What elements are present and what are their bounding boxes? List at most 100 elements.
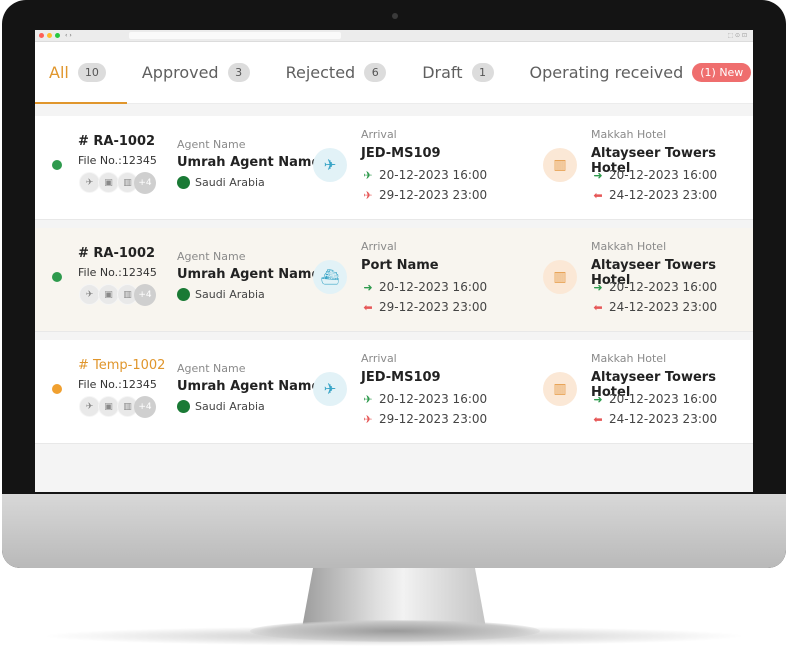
departure-datetime: ✈ 29-12-2023 23:00	[361, 188, 487, 202]
monitor-chin	[2, 494, 786, 568]
hotel-building-icon: ▥	[543, 372, 577, 406]
file-number: File No.:12345	[78, 154, 157, 167]
checkin-arrow-icon: ➜	[363, 280, 373, 294]
reservation-ref[interactable]: # Temp-1002	[78, 358, 165, 373]
tab-label: Draft	[422, 63, 463, 82]
app-screen: ‹ › ⬚ ⊙ ⊡ All 10 Approved 3 Rejected 6 D…	[35, 30, 753, 492]
url-bar[interactable]	[129, 32, 341, 39]
imac-mockup: ‹ › ⬚ ⊙ ⊡ All 10 Approved 3 Rejected 6 D…	[0, 0, 788, 655]
hotel-label: Makkah Hotel	[591, 240, 667, 253]
reservation-ref[interactable]: # RA-1002	[78, 246, 155, 261]
bus-doc-icon[interactable]: ▣	[98, 396, 119, 417]
checkout-arrow-icon: ⬅	[363, 300, 373, 314]
agent-label: Agent Name	[177, 138, 246, 151]
hotel-in-value: 20-12-2023 16:00	[609, 280, 718, 294]
status-dot	[52, 272, 62, 282]
hotel-checkin: ➜ 20-12-2023 16:00	[591, 280, 717, 294]
minimize-window-dot[interactable]	[47, 33, 52, 38]
agent-name: Umrah Agent Name	[177, 155, 321, 170]
document-icons: ✈ ▣ ▥ +4	[79, 284, 156, 306]
arrival-label: Arrival	[361, 128, 397, 141]
hotel-building-icon: ▥	[543, 148, 577, 182]
tab-draft[interactable]: Draft 1	[422, 63, 494, 82]
tab-count-badge: 6	[364, 63, 387, 82]
checkout-arrow-icon: ⬅	[593, 188, 603, 202]
hotel-in-value: 20-12-2023 16:00	[609, 168, 718, 182]
tab-rejected[interactable]: Rejected 6	[286, 63, 387, 82]
departure-datetime: ⬅ 29-12-2023 23:00	[361, 300, 487, 314]
checkin-arrow-icon: ➜	[593, 392, 603, 406]
more-docs-badge[interactable]: +4	[134, 284, 156, 306]
document-icons: ✈ ▣ ▥ +4	[79, 172, 156, 194]
status-dot	[52, 384, 62, 394]
agent-country: Saudi Arabia	[177, 288, 265, 301]
bus-doc-icon[interactable]: ▣	[98, 172, 119, 193]
file-number: File No.:12345	[78, 378, 157, 391]
hotel-out-value: 24-12-2023 23:00	[609, 412, 718, 426]
tab-all[interactable]: All 10	[49, 63, 106, 82]
arrival-in-value: 20-12-2023 16:00	[379, 280, 488, 294]
tab-label: Rejected	[285, 63, 356, 82]
browser-actions-icon[interactable]: ⬚ ⊙ ⊡	[727, 30, 747, 42]
tab-label: Approved	[141, 63, 219, 82]
plane-takeoff-icon: ✈	[363, 412, 373, 426]
hotel-label: Makkah Hotel	[591, 128, 667, 141]
tab-count-badge: 1	[471, 63, 494, 82]
reservation-list: # RA-1002 File No.:12345 ✈ ▣ ▥ +4 Agent …	[35, 104, 753, 444]
plane-crossed-icon: ✈	[313, 372, 347, 406]
agent-label: Agent Name	[177, 362, 246, 375]
reservation-ref[interactable]: # RA-1002	[78, 134, 155, 149]
plane-landing-icon: ✈	[363, 168, 373, 182]
hotel-checkout: ⬅ 24-12-2023 23:00	[591, 412, 717, 426]
tab-label: All	[49, 63, 69, 82]
arrival-label: Arrival	[361, 240, 397, 253]
maximize-window-dot[interactable]	[55, 33, 60, 38]
flight-doc-icon[interactable]: ✈	[79, 396, 100, 417]
arrival-out-value: 29-12-2023 23:00	[379, 300, 488, 314]
new-badge: (1) New	[692, 63, 752, 82]
tab-count-badge: 3	[227, 63, 250, 82]
hotel-checkin: ➜ 20-12-2023 16:00	[591, 392, 717, 406]
plane-takeoff-icon: ✈	[363, 188, 373, 202]
file-number: File No.:12345	[78, 266, 157, 279]
camera-dot	[392, 13, 398, 19]
tab-operating-received[interactable]: Operating received (1) New	[530, 63, 752, 82]
agent-country: Saudi Arabia	[177, 400, 265, 413]
arrival-datetime: ➜ 20-12-2023 16:00	[361, 280, 487, 294]
back-arrow-icon[interactable]: ‹	[65, 32, 67, 39]
agent-name: Umrah Agent Name	[177, 379, 321, 394]
hotel-checkout: ⬅ 24-12-2023 23:00	[591, 300, 717, 314]
more-docs-badge[interactable]: +4	[134, 396, 156, 418]
arrival-in-value: 20-12-2023 16:00	[379, 392, 488, 406]
tab-count-badge: 10	[77, 63, 106, 82]
country-name: Saudi Arabia	[195, 288, 265, 301]
agent-country: Saudi Arabia	[177, 176, 265, 189]
hotel-out-value: 24-12-2023 23:00	[609, 300, 718, 314]
close-window-dot[interactable]	[39, 33, 44, 38]
monitor-base	[250, 620, 540, 642]
hotel-checkout: ⬅ 24-12-2023 23:00	[591, 188, 717, 202]
more-docs-badge[interactable]: +4	[134, 172, 156, 194]
document-icons: ✈ ▣ ▥ +4	[79, 396, 156, 418]
country-name: Saudi Arabia	[195, 400, 265, 413]
plane-crossed-icon: ✈	[313, 148, 347, 182]
flight-doc-icon[interactable]: ✈	[79, 284, 100, 305]
bus-doc-icon[interactable]: ▣	[98, 284, 119, 305]
arrival-code: Port Name	[361, 258, 439, 273]
flight-doc-icon[interactable]: ✈	[79, 172, 100, 193]
agent-name: Umrah Agent Name	[177, 267, 321, 282]
forward-arrow-icon[interactable]: ›	[69, 32, 71, 39]
reservation-row[interactable]: # RA-1002 File No.:12345 ✈ ▣ ▥ +4 Agent …	[35, 116, 753, 220]
tab-approved[interactable]: Approved 3	[142, 63, 250, 82]
arrival-code: JED-MS109	[361, 146, 441, 161]
arrival-label: Arrival	[361, 352, 397, 365]
reservation-row[interactable]: # Temp-1002 File No.:12345 ✈ ▣ ▥ +4 Agen…	[35, 340, 753, 444]
tab-label: Operating received	[529, 63, 684, 82]
arrival-datetime: ✈ 20-12-2023 16:00	[361, 392, 487, 406]
active-tab-underline	[35, 102, 127, 104]
hotel-checkin: ➜ 20-12-2023 16:00	[591, 168, 717, 182]
saudi-flag-icon	[177, 288, 190, 301]
checkin-arrow-icon: ➜	[593, 280, 603, 294]
reservation-row[interactable]: # RA-1002 File No.:12345 ✈ ▣ ▥ +4 Agent …	[35, 228, 753, 332]
status-dot	[52, 160, 62, 170]
